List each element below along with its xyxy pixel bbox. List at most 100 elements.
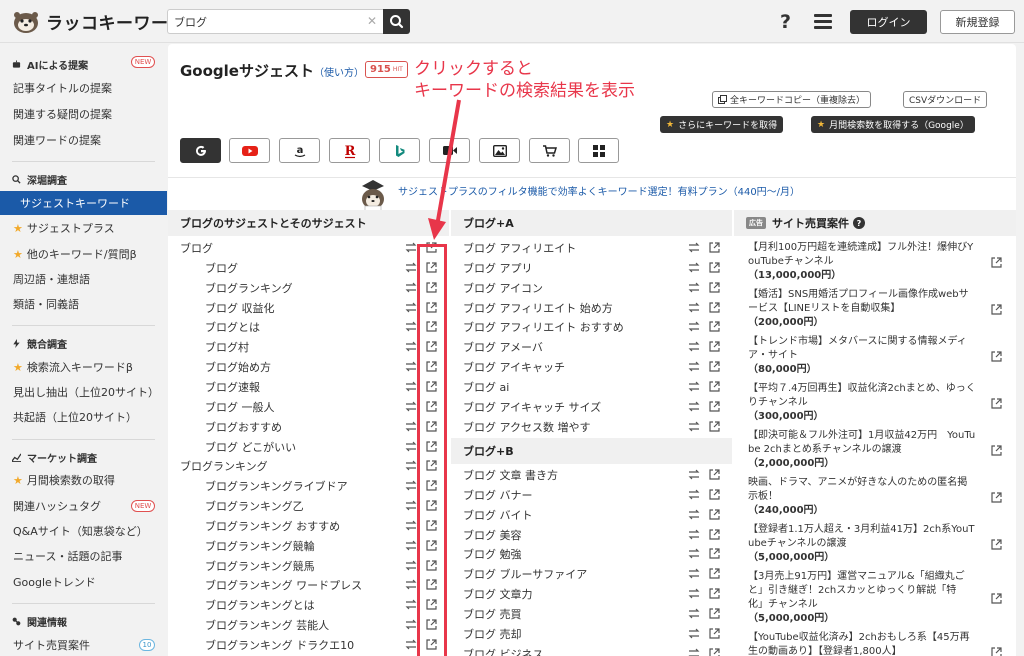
external-link-icon[interactable] [709, 648, 720, 656]
swap-icon[interactable] [405, 599, 417, 610]
external-link-icon[interactable] [709, 548, 720, 559]
swap-icon[interactable] [405, 441, 417, 452]
keyword-row[interactable]: ブログランキングライブドア [205, 476, 348, 496]
sidebar-item-title-suggest[interactable]: 記事タイトルの提案 [0, 77, 167, 99]
swap-icon[interactable] [405, 381, 417, 392]
ad-listing[interactable]: 【トレンド市場】メタバースに関する情報メディ ア・サイト （80,000円） [748, 335, 1003, 377]
keyword-row[interactable]: ブログ 文章 書き方 [463, 465, 558, 485]
keyword-row[interactable]: ブログ どこがいい [205, 437, 296, 457]
external-link-button[interactable] [991, 539, 1002, 553]
swap-icon[interactable] [688, 509, 700, 520]
swap-icon[interactable] [405, 579, 417, 590]
ad-listing[interactable]: 【即決可能＆フル外注可】1月収益42万円 YouTu be 2chまとめ系チャンネ… [748, 429, 1003, 471]
swap-icon[interactable] [688, 262, 700, 273]
keyword-row[interactable]: ブログ村 [205, 337, 249, 357]
swap-icon[interactable] [405, 560, 417, 571]
swap-icon[interactable] [405, 361, 417, 372]
sidebar-item-suggest-keyword[interactable]: サジェストキーワード [0, 191, 167, 215]
sidebar-item-question-suggest[interactable]: 関連する疑問の提案 [0, 103, 167, 125]
search-input[interactable] [168, 10, 358, 33]
swap-icon[interactable] [405, 540, 417, 551]
sidebar-item-headings[interactable]: 見出し抽出（上位20サイト） [0, 381, 167, 403]
login-button[interactable]: ログイン [850, 10, 927, 34]
keyword-row[interactable]: ブログ アプリ [463, 258, 533, 278]
external-link-button[interactable] [991, 445, 1002, 459]
keyword-row[interactable]: ブログ 一般人 [205, 397, 275, 417]
swap-icon[interactable] [688, 381, 700, 392]
swap-icon[interactable] [688, 628, 700, 639]
keyword-row[interactable]: ブログ アフィリエイト おすすめ [463, 317, 624, 337]
clear-icon[interactable]: ✕ [367, 14, 377, 28]
swap-icon[interactable] [688, 361, 700, 372]
engine-tab-rakuten[interactable]: R [329, 138, 370, 163]
swap-icon[interactable] [688, 321, 700, 332]
swap-icon[interactable] [405, 262, 417, 273]
ad-listing[interactable]: 【登録者1.1万人超え・3月利益41万】2ch系YouT ubeチャンネルの譲渡 （… [748, 523, 1003, 565]
engine-tab-amazon[interactable]: a [279, 138, 320, 163]
external-link-icon[interactable] [709, 608, 720, 619]
engine-tab-google[interactable] [180, 138, 221, 163]
external-link-icon[interactable] [709, 301, 720, 313]
external-link-button[interactable] [991, 304, 1002, 318]
hamburger-menu-icon[interactable] [814, 14, 832, 29]
keyword-row[interactable]: ブログ アフィリエイト 始め方 [463, 298, 613, 318]
swap-icon[interactable] [405, 401, 417, 412]
keyword-row[interactable]: ブログ ビジネス [463, 644, 544, 656]
external-link-icon[interactable] [709, 321, 720, 332]
ad-listing[interactable]: 【平均７.4万回再生】収益化済2chまとめ、ゆっく りチャンネル （300,000円… [748, 382, 1003, 424]
keyword-row[interactable]: ブログ [205, 258, 238, 278]
keyword-row[interactable]: ブログ アクセス数 増やす [463, 417, 590, 437]
keyword-row[interactable]: ブログランキング [180, 456, 268, 476]
ad-listing[interactable]: 映画、ドラマ、アニメが好きな人のための匿名掲 示板！ （240,000円） [748, 476, 1003, 518]
keyword-row[interactable]: ブログ アメーバ [463, 337, 543, 357]
sidebar-item-synonyms[interactable]: 類語・同義語 [0, 293, 167, 315]
external-link-icon[interactable] [709, 242, 720, 253]
keyword-row[interactable]: ブログランキング ワードプレス [205, 575, 362, 595]
swap-icon[interactable] [405, 639, 417, 650]
keyword-row[interactable]: ブログランキング [205, 278, 293, 298]
swap-icon[interactable] [405, 282, 417, 293]
keyword-row[interactable]: ブログ アイキャッチ [463, 357, 565, 377]
sidebar-item-news[interactable]: ニュース・話題の記事 [0, 545, 167, 567]
keyword-row[interactable]: ブログ 売却 [463, 624, 522, 644]
keyword-row[interactable]: ブログランキングとは [205, 595, 315, 615]
swap-icon[interactable] [405, 302, 417, 313]
swap-icon[interactable] [688, 548, 700, 559]
signup-button[interactable]: 新規登録 [940, 10, 1015, 34]
keyword-row[interactable]: ブログ [180, 238, 213, 258]
search-button[interactable] [383, 9, 410, 34]
external-link-icon[interactable] [709, 361, 720, 372]
external-link-button[interactable] [991, 492, 1002, 506]
external-link-icon[interactable] [709, 528, 720, 540]
external-link-icon[interactable] [709, 401, 720, 412]
external-link-icon[interactable] [709, 341, 720, 352]
sidebar-item-associated[interactable]: 周辺語・連想語 [0, 268, 167, 290]
keyword-row[interactable]: ブログ速報 [205, 377, 260, 397]
more-keywords-button[interactable]: ★ さらにキーワードを取得 [660, 116, 784, 133]
swap-icon[interactable] [688, 341, 700, 352]
swap-icon[interactable] [688, 282, 700, 293]
swap-icon[interactable] [405, 460, 417, 471]
keyword-row[interactable]: ブログランキング 芸能人 [205, 615, 329, 635]
copy-all-button[interactable]: 全キーワードコピー（重複除去） [712, 91, 872, 108]
keyword-row[interactable]: ブログとは [205, 317, 260, 337]
keyword-row[interactable]: ブログ バナー [463, 485, 533, 505]
swap-icon[interactable] [688, 242, 700, 253]
keyword-row[interactable]: ブログランキング競馬 [205, 556, 315, 576]
external-link-button[interactable] [991, 647, 1002, 656]
keyword-row[interactable]: ブログおすすめ [205, 417, 282, 437]
swap-icon[interactable] [688, 421, 700, 432]
engine-tab-shopping[interactable] [529, 138, 570, 163]
external-link-icon[interactable] [709, 568, 720, 579]
external-link-button[interactable] [991, 593, 1002, 607]
external-link-icon[interactable] [709, 282, 720, 293]
ad-listing[interactable]: 【3月売上91万円】運営マニュアル&「組織丸ご と」引き継ぎ！2chスカッとゆっく… [748, 570, 1003, 626]
howto-link[interactable]: （使い方） [314, 64, 364, 79]
keyword-row[interactable]: ブログランキング ドラクエ10 [205, 635, 354, 655]
csv-download-button[interactable]: CSVダウンロード [903, 91, 988, 108]
engine-tab-youtube[interactable] [229, 138, 270, 163]
keyword-row[interactable]: ブログ始め方 [205, 357, 271, 377]
help-icon[interactable]: ? [853, 217, 865, 229]
keyword-row[interactable]: ブログランキング競輪 [205, 536, 315, 556]
keyword-row[interactable]: ブログ アイコン [463, 278, 543, 298]
